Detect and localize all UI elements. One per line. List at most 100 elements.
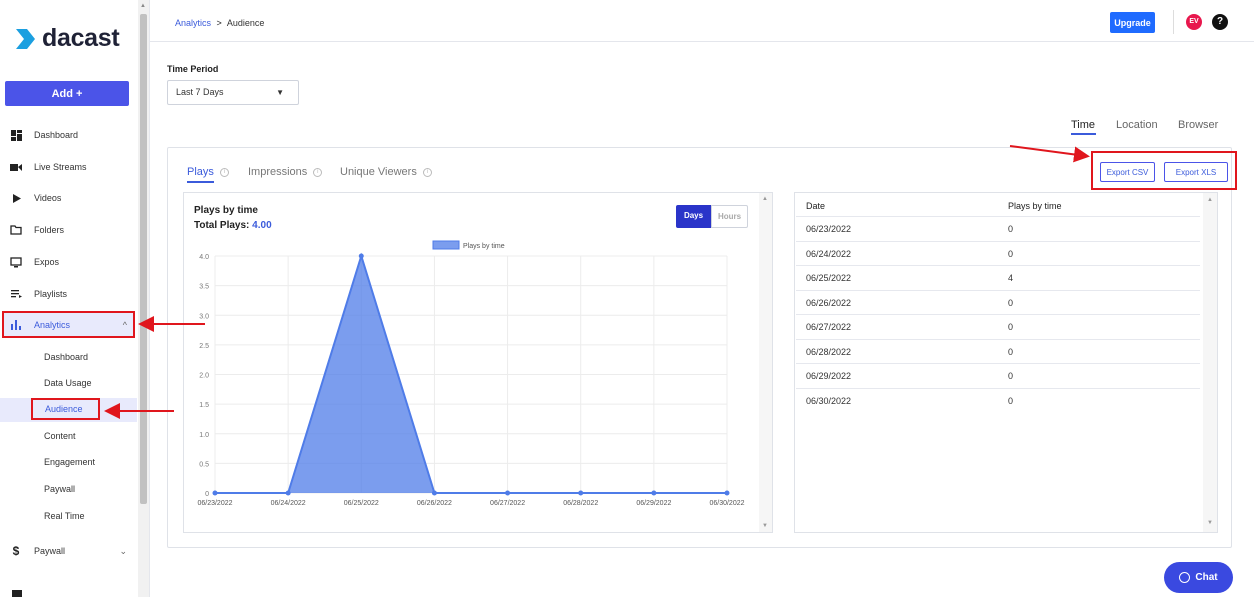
- info-icon[interactable]: i: [422, 167, 432, 177]
- dacast-logo[interactable]: dacast: [14, 24, 120, 53]
- cell-date: 06/27/2022: [806, 322, 852, 332]
- subnav-paywall[interactable]: Paywall: [44, 481, 75, 497]
- sidebar-item-label: Paywall: [34, 546, 66, 556]
- chevron-down-icon: ⌄: [119, 545, 127, 556]
- legend-label: Plays by time: [463, 243, 505, 250]
- scroll-up-icon[interactable]: ▲: [1207, 197, 1213, 203]
- export-csv-button[interactable]: Export CSV: [1100, 162, 1155, 182]
- y-tick-label: 1.0: [199, 432, 209, 439]
- chevron-up-icon: ^: [122, 320, 127, 330]
- upgrade-button[interactable]: Upgrade: [1110, 12, 1155, 33]
- y-tick-label: 2.0: [199, 373, 209, 380]
- sidebar-item-label: Folders: [34, 225, 65, 235]
- table-row: [796, 265, 1200, 289]
- scroll-down-icon[interactable]: ▼: [1207, 520, 1213, 526]
- bar-chart-icon: [10, 319, 22, 331]
- add-button[interactable]: Add +: [5, 81, 129, 106]
- info-icon[interactable]: i: [219, 167, 229, 177]
- scroll-up-icon[interactable]: ▲: [140, 3, 146, 9]
- chat-bubble-icon: [1179, 572, 1191, 583]
- cell-plays: 0: [1008, 297, 1014, 308]
- table-scrollbar[interactable]: [1203, 193, 1217, 532]
- x-tick-label: 06/24/2022: [271, 500, 306, 507]
- data-point: [431, 490, 437, 496]
- tab-location[interactable]: Location: [1116, 119, 1158, 131]
- scroll-down-icon[interactable]: ▼: [762, 523, 768, 529]
- tab-browser[interactable]: Browser: [1178, 119, 1218, 131]
- data-point: [212, 490, 218, 496]
- tab-plays-label: Plays: [187, 166, 214, 178]
- table-row: [796, 240, 1200, 265]
- breadcrumb: Analytics > Audience: [175, 18, 264, 28]
- table-row: [796, 338, 1200, 363]
- x-tick-label: 06/27/2022: [490, 500, 525, 507]
- total-plays: Total Plays: 4.00: [194, 220, 272, 231]
- subnav-engagement[interactable]: Engagement: [44, 454, 95, 470]
- subnav-audience[interactable]: Audience: [31, 398, 100, 420]
- cell-plays: 0: [1008, 322, 1014, 332]
- x-tick-label: 06/29/2022: [636, 500, 671, 507]
- tab-impressions-label: Impressions: [248, 166, 308, 178]
- y-tick-label: 3.5: [199, 284, 209, 291]
- app-root: dacast Add + Dashboard Live Streams Vide…: [0, 0, 1254, 597]
- tab-time[interactable]: Time: [1071, 119, 1095, 131]
- play-icon: [10, 192, 22, 204]
- y-tick-label: 1.5: [199, 402, 209, 409]
- column-header-plays: Plays by time: [1008, 201, 1062, 211]
- subnav-data-usage[interactable]: Data Usage: [44, 375, 92, 391]
- sidebar-item-dashboard[interactable]: Dashboard: [0, 123, 137, 147]
- data-point: [651, 490, 657, 496]
- table-row: [796, 363, 1200, 387]
- plays-chart: 4.0 3.5 3.0 2.5 2.0 1.5 1.0 0.5 0 06/23/2022 06/24…: [197, 240, 745, 507]
- subnav-dashboard[interactable]: Dashboard: [44, 349, 88, 365]
- topbar: Analytics > Audience Upgrade EV ?: [150, 0, 1254, 42]
- sidebar-item-label: Videos: [34, 193, 62, 203]
- sidebar: dacast Add + Dashboard Live Streams Vide…: [0, 0, 150, 597]
- table-row: [796, 314, 1200, 338]
- settings-icon[interactable]: [12, 590, 22, 597]
- hours-toggle[interactable]: Hours: [711, 205, 748, 228]
- days-toggle[interactable]: Days: [676, 205, 711, 228]
- sidebar-item-label: Dashboard: [34, 130, 79, 140]
- x-tick-label: 06/30/2022: [709, 500, 744, 507]
- dashboard-icon: [10, 129, 22, 141]
- data-point: [285, 490, 291, 496]
- tab-unique-viewers[interactable]: Unique Viewers i: [340, 166, 432, 178]
- avatar[interactable]: EV: [1186, 14, 1202, 30]
- monitor-icon: [10, 256, 22, 268]
- cell-date: 06/30/2022: [806, 395, 852, 406]
- chart-scrollbar[interactable]: ▲ ▼: [759, 193, 772, 532]
- sidebar-item-playlists[interactable]: Playlists: [0, 282, 137, 306]
- scroll-up-icon[interactable]: ▲: [762, 196, 768, 202]
- help-icon[interactable]: ?: [1212, 14, 1228, 30]
- x-tick-label: 06/26/2022: [417, 500, 452, 507]
- y-tick-label: 3.0: [199, 313, 209, 320]
- breadcrumb-current: Audience: [226, 18, 265, 28]
- sidebar-item-label: Playlists: [34, 289, 68, 299]
- sidebar-item-analytics[interactable]: Analytics ^: [0, 313, 137, 337]
- cell-plays: 0: [1008, 248, 1014, 259]
- cell-date: 06/26/2022: [806, 297, 852, 308]
- breadcrumb-analytics[interactable]: Analytics: [175, 18, 211, 28]
- info-icon[interactable]: i: [313, 167, 323, 177]
- time-period-value: Last 7 Days: [176, 87, 224, 97]
- sidebar-item-folders[interactable]: Folders: [0, 218, 137, 242]
- subnav-real-time[interactable]: Real Time: [44, 508, 85, 524]
- chat-button[interactable]: Chat: [1164, 562, 1233, 593]
- sidebar-item-live-streams[interactable]: Live Streams: [0, 155, 137, 179]
- tab-impressions[interactable]: Impressions i: [248, 166, 323, 178]
- sidebar-item-videos[interactable]: Videos: [0, 186, 137, 210]
- tab-plays[interactable]: Plays i: [187, 166, 229, 178]
- subnav-content[interactable]: Content: [44, 428, 76, 444]
- time-period-select[interactable]: Last 7 Days ▼: [167, 80, 299, 105]
- export-xls-button[interactable]: Export XLS: [1164, 162, 1228, 182]
- cell-plays: 4: [1008, 273, 1014, 283]
- cell-plays: 0: [1008, 346, 1014, 357]
- data-point: [358, 253, 364, 259]
- sidebar-item-expos[interactable]: Expos: [0, 250, 137, 274]
- y-tick-label: 4.0: [199, 254, 209, 261]
- sidebar-item-paywall[interactable]: $ Paywall ⌄: [0, 539, 137, 563]
- sidebar-item-label: Expos: [34, 257, 60, 267]
- cell-date: 06/28/2022: [806, 346, 852, 357]
- sidebar-scrollbar-thumb[interactable]: [140, 14, 147, 504]
